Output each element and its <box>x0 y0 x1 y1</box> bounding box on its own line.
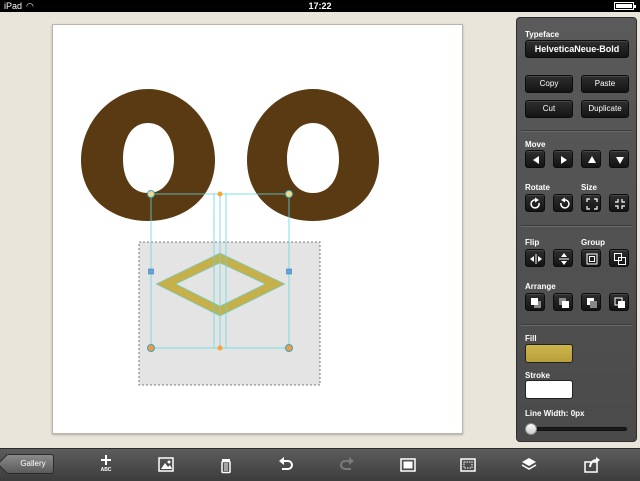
resize-handle-bl <box>147 344 155 352</box>
undo-button[interactable] <box>276 455 296 475</box>
size-label: Size <box>581 183 598 192</box>
paste-button[interactable]: Paste <box>581 75 629 93</box>
line-width-slider[interactable] <box>527 427 627 431</box>
flip-vertical-icon <box>559 253 569 265</box>
layers-icon <box>521 458 537 470</box>
bring-to-front-button[interactable] <box>525 293 545 311</box>
gallery-button[interactable]: Gallery <box>6 454 54 474</box>
move-up-button[interactable] <box>581 150 601 168</box>
stroke-label: Stroke <box>525 371 550 380</box>
resize-handle-right <box>286 268 292 275</box>
resize-handle-top <box>217 191 223 197</box>
bring-to-front-icon <box>531 298 541 308</box>
flip-horizontal-button[interactable] <box>525 249 545 267</box>
status-bar: iPad ◠ 17:22 <box>0 0 640 12</box>
send-backward-icon <box>587 298 597 308</box>
add-text-label: ABC <box>100 467 112 473</box>
shrink-icon <box>615 199 625 209</box>
trash-icon <box>221 459 231 474</box>
resize-handle-left <box>148 268 154 275</box>
cut-button[interactable]: Cut <box>525 100 573 118</box>
add-text-button[interactable]: ABC <box>96 454 116 474</box>
resize-handle-bottom <box>217 345 223 351</box>
image-icon <box>158 457 174 472</box>
share-icon <box>584 457 600 473</box>
canvas-artwork <box>81 89 379 386</box>
gallery-button-label: Gallery <box>20 459 46 468</box>
send-to-back-button[interactable] <box>609 293 629 311</box>
fill-label: Fill <box>525 334 537 343</box>
letter-o-right[interactable] <box>247 89 379 221</box>
move-down-button[interactable] <box>609 150 629 168</box>
typeface-button[interactable]: HelveticaNeue-Bold <box>525 40 629 58</box>
bring-forward-icon <box>559 298 569 308</box>
canvas-frame-button[interactable] <box>398 455 418 475</box>
fit-frame-button[interactable] <box>458 455 478 475</box>
arrow-up-icon <box>588 156 596 163</box>
resize-handle-tl <box>147 190 155 198</box>
size-expand-button[interactable] <box>581 194 601 212</box>
arrow-left-icon <box>533 156 539 164</box>
rotate-cw-button[interactable] <box>525 194 545 212</box>
move-right-button[interactable] <box>553 150 573 168</box>
rotate-clockwise-icon <box>530 197 540 209</box>
battery-icon <box>614 2 636 10</box>
arrow-down-icon <box>616 157 624 164</box>
move-label: Move <box>525 140 546 149</box>
redo-button[interactable] <box>337 455 357 475</box>
copy-button[interactable]: Copy <box>525 75 573 93</box>
bottom-toolbar: Gallery ABC <box>0 448 640 481</box>
divider <box>521 130 632 132</box>
bring-forward-button[interactable] <box>553 293 573 311</box>
rotate-ccw-button[interactable] <box>553 194 573 212</box>
group-icon <box>586 253 598 265</box>
undo-icon <box>279 457 293 470</box>
resize-handle-br <box>285 344 293 352</box>
letter-o-left[interactable] <box>81 89 215 221</box>
size-shrink-button[interactable] <box>609 194 629 212</box>
divider <box>521 225 632 227</box>
layers-button[interactable] <box>519 455 539 475</box>
fit-frame-icon <box>460 458 476 472</box>
send-to-back-icon <box>614 297 625 308</box>
fill-color-swatch[interactable] <box>525 344 573 363</box>
group-label: Group <box>581 238 605 247</box>
move-left-button[interactable] <box>525 150 545 168</box>
line-width-slider-thumb[interactable] <box>525 423 537 435</box>
flip-label: Flip <box>525 238 540 247</box>
send-backward-button[interactable] <box>581 293 601 311</box>
group-button[interactable] <box>581 249 601 267</box>
rotate-counterclockwise-icon <box>560 197 570 209</box>
add-text-icon <box>101 455 111 465</box>
frame-icon <box>400 458 416 472</box>
arrange-label: Arrange <box>525 282 556 291</box>
drawing-canvas[interactable] <box>52 24 463 434</box>
status-time: 17:22 <box>308 1 332 11</box>
redo-icon <box>340 457 354 470</box>
ungroup-button[interactable] <box>609 249 629 267</box>
flip-horizontal-icon <box>530 254 542 264</box>
duplicate-button[interactable]: Duplicate <box>581 100 629 118</box>
inspector-panel: Typeface HelveticaNeue-Bold Copy Paste C… <box>516 17 637 442</box>
stroke-color-swatch[interactable] <box>525 380 573 399</box>
expand-icon <box>586 198 598 210</box>
ungroup-icon <box>614 253 626 265</box>
divider <box>521 324 632 326</box>
delete-button[interactable] <box>216 455 236 475</box>
flip-vertical-button[interactable] <box>553 249 573 267</box>
share-button[interactable] <box>582 455 602 475</box>
line-width-label: Line Width: 0px <box>525 409 585 418</box>
rotate-label: Rotate <box>525 183 550 192</box>
add-image-button[interactable] <box>156 455 176 475</box>
typeface-label: Typeface <box>525 30 560 39</box>
resize-handle-tr <box>285 190 293 198</box>
arrow-right-icon <box>561 156 567 164</box>
